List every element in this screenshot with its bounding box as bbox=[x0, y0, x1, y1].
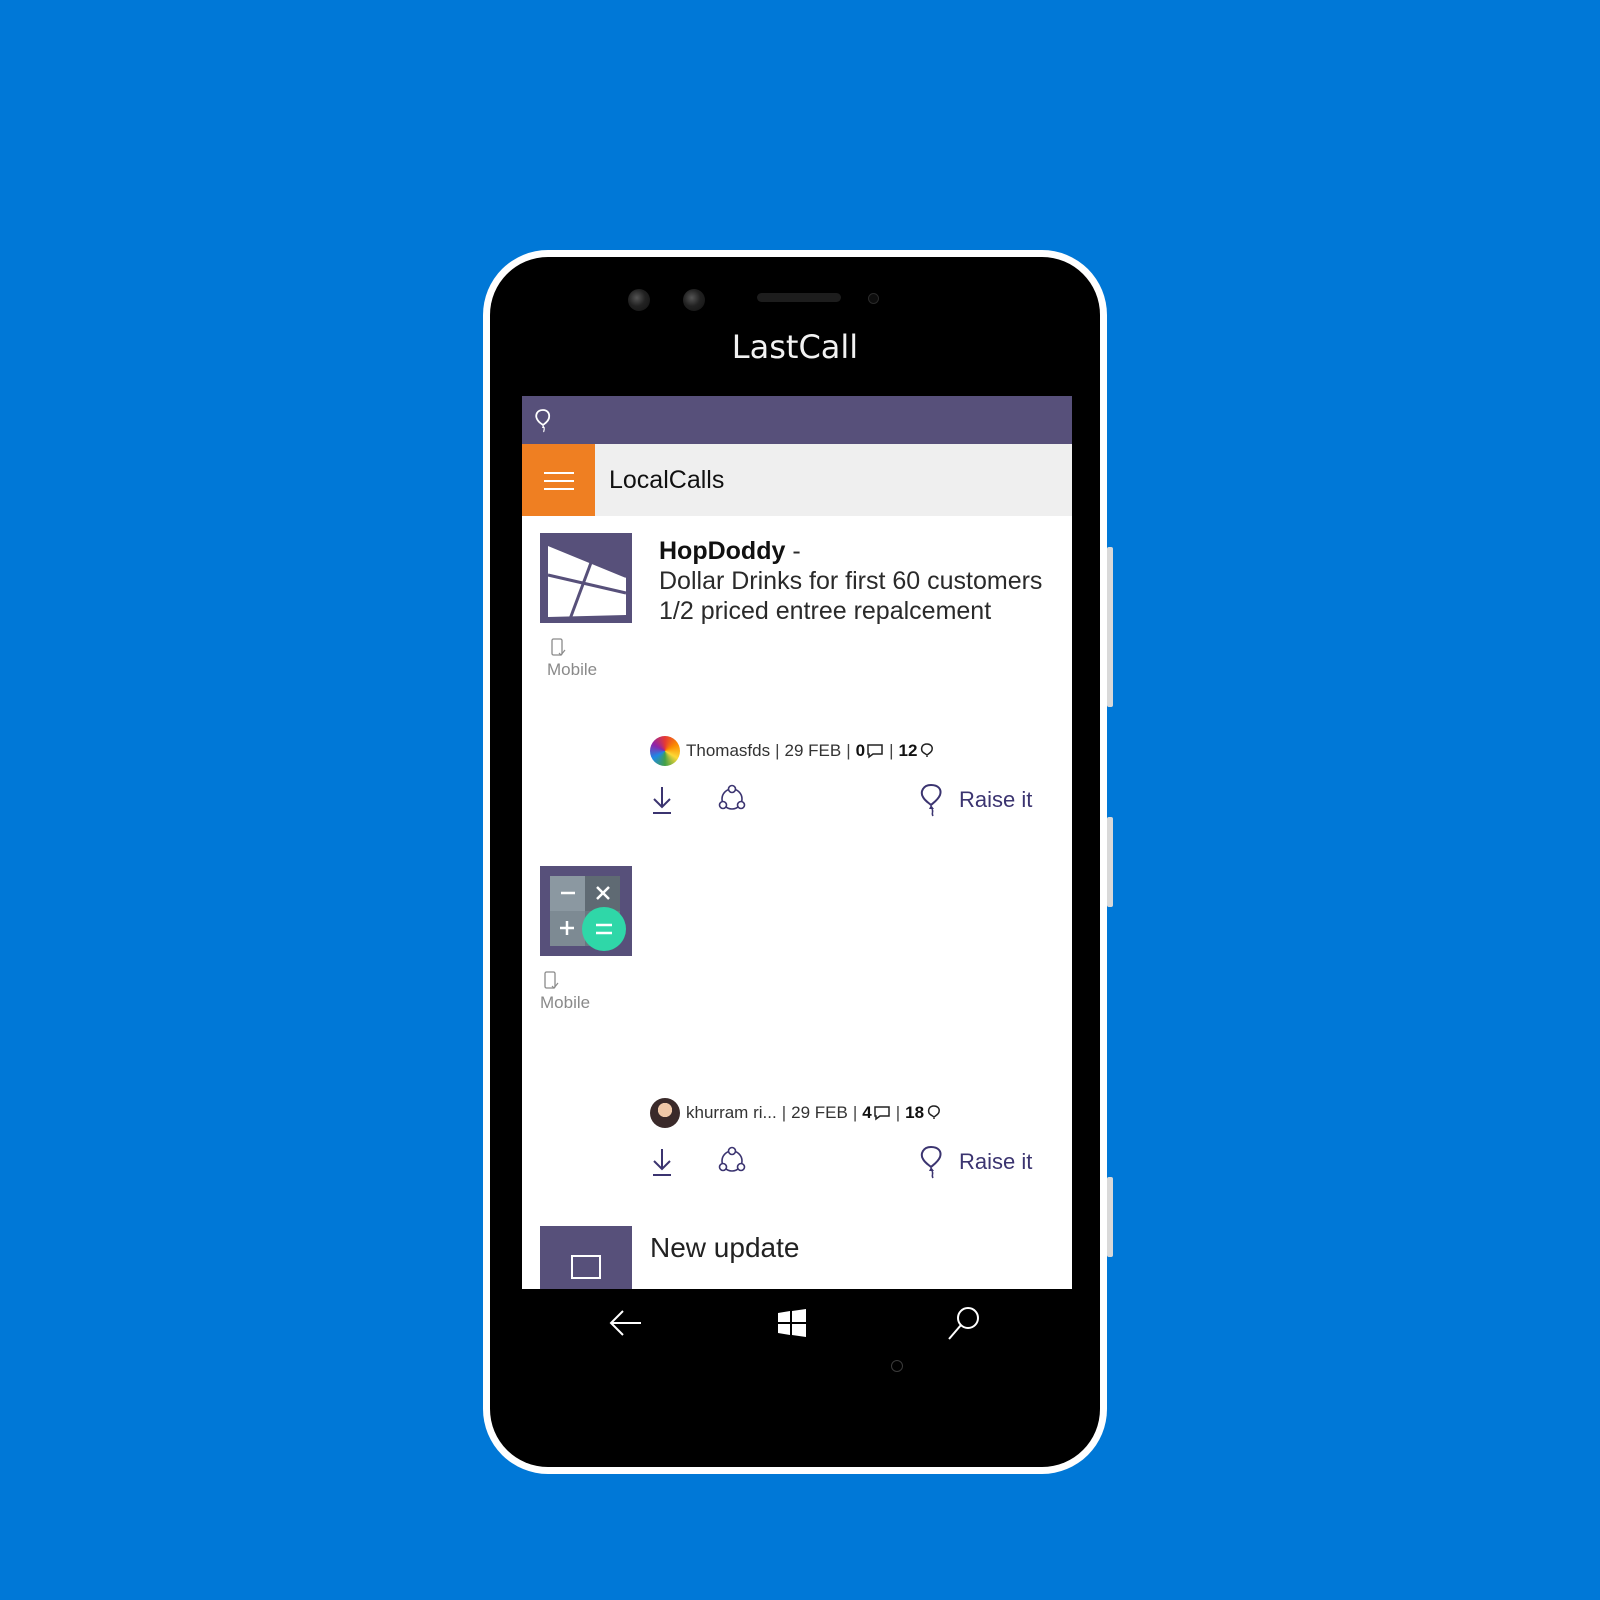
system-nav-bar bbox=[522, 1289, 1072, 1359]
volume-button bbox=[1107, 547, 1113, 707]
post-title: New update bbox=[650, 1232, 800, 1263]
divider: | bbox=[846, 741, 851, 760]
comment-count: 4 bbox=[862, 1103, 872, 1122]
platform-label: Mobile bbox=[540, 993, 591, 1012]
menu-button[interactable] bbox=[522, 444, 595, 516]
hamburger-icon bbox=[544, 480, 574, 482]
balloon-icon bbox=[927, 1105, 940, 1119]
brand-title: LastCall bbox=[731, 328, 859, 366]
status-bar bbox=[522, 396, 1072, 444]
author-name[interactable]: khurram ri... bbox=[686, 1103, 777, 1123]
balloon-icon bbox=[535, 409, 551, 433]
app-bar: LocalCalls bbox=[522, 444, 1072, 516]
headline: HopDoddy - Dollar Drinks for first 60 cu… bbox=[659, 536, 1042, 626]
list-item[interactable]: Mobile HopDoddy - Dollar Drinks for firs… bbox=[522, 516, 1072, 856]
avatar[interactable] bbox=[650, 1098, 680, 1128]
comment-count: 0 bbox=[855, 741, 866, 760]
download-icon[interactable] bbox=[645, 783, 679, 817]
update-thumbnail bbox=[540, 1226, 632, 1289]
windows-start-icon[interactable] bbox=[770, 1301, 814, 1345]
hamburger-icon bbox=[544, 472, 574, 474]
divider: | bbox=[895, 1103, 901, 1122]
raise-label: Raise it bbox=[959, 787, 1033, 812]
app-screen: LocalCalls Mobile HopDoddy - Dollar Drin… bbox=[522, 396, 1072, 1289]
back-arrow-icon[interactable] bbox=[603, 1301, 647, 1345]
balloon-icon bbox=[920, 783, 942, 817]
proximity-sensor bbox=[868, 293, 879, 304]
download-icon[interactable] bbox=[645, 1145, 679, 1179]
phone-frame: LastCall LocalCalls Mobile HopDoddy - Do… bbox=[490, 257, 1113, 1467]
share-icon[interactable] bbox=[715, 1145, 749, 1179]
raise-count: 12 bbox=[898, 741, 918, 760]
list-item[interactable]: Mobile khurram ri... | 29 FEB | 4 | 18 R… bbox=[522, 866, 1072, 1206]
raise-button[interactable]: Raise it bbox=[917, 1144, 1032, 1180]
mobile-device-icon bbox=[551, 638, 566, 656]
raise-button[interactable]: Raise it bbox=[917, 782, 1032, 818]
author-name[interactable]: Thomasfds bbox=[686, 741, 770, 761]
balloon-icon bbox=[921, 743, 934, 757]
post-meta: Thomasfds | 29 FEB | 0 | 12 bbox=[650, 736, 936, 766]
calculator-icon bbox=[540, 866, 632, 956]
raise-label: Raise it bbox=[959, 1149, 1033, 1174]
hamburger-icon bbox=[544, 488, 574, 490]
divider: | bbox=[852, 1103, 858, 1122]
camera-button bbox=[1107, 1177, 1113, 1257]
mobile-device-icon bbox=[544, 971, 559, 989]
post-date: 29 FEB bbox=[784, 741, 842, 760]
avatar[interactable] bbox=[650, 736, 680, 766]
search-icon[interactable] bbox=[942, 1301, 986, 1345]
divider: | bbox=[889, 741, 894, 760]
notification-led bbox=[891, 1360, 903, 1372]
power-button bbox=[1107, 817, 1113, 907]
divider: | bbox=[775, 741, 780, 760]
window-tile-icon bbox=[540, 533, 632, 623]
platform-label: Mobile bbox=[547, 660, 598, 679]
post-meta: khurram ri... | 29 FEB | 4 | 18 bbox=[650, 1098, 943, 1128]
front-camera bbox=[628, 289, 650, 311]
balloon-icon bbox=[920, 1145, 942, 1179]
post-date: 29 FEB bbox=[791, 1103, 848, 1122]
raise-count: 18 bbox=[905, 1103, 925, 1122]
front-sensor bbox=[683, 289, 705, 311]
deal-line: 1/2 priced entree repalcement bbox=[659, 597, 992, 625]
earpiece-speaker bbox=[757, 293, 841, 302]
share-icon[interactable] bbox=[715, 783, 749, 817]
list-item[interactable]: New update bbox=[522, 1226, 1072, 1289]
comment-icon bbox=[867, 744, 883, 759]
divider: | bbox=[781, 1103, 787, 1122]
store-dash: - bbox=[785, 537, 801, 565]
page-title: LocalCalls bbox=[609, 466, 725, 494]
comment-icon bbox=[873, 1106, 890, 1121]
deal-line: Dollar Drinks for first 60 customers bbox=[659, 567, 1043, 595]
store-name[interactable]: HopDoddy bbox=[659, 537, 785, 565]
